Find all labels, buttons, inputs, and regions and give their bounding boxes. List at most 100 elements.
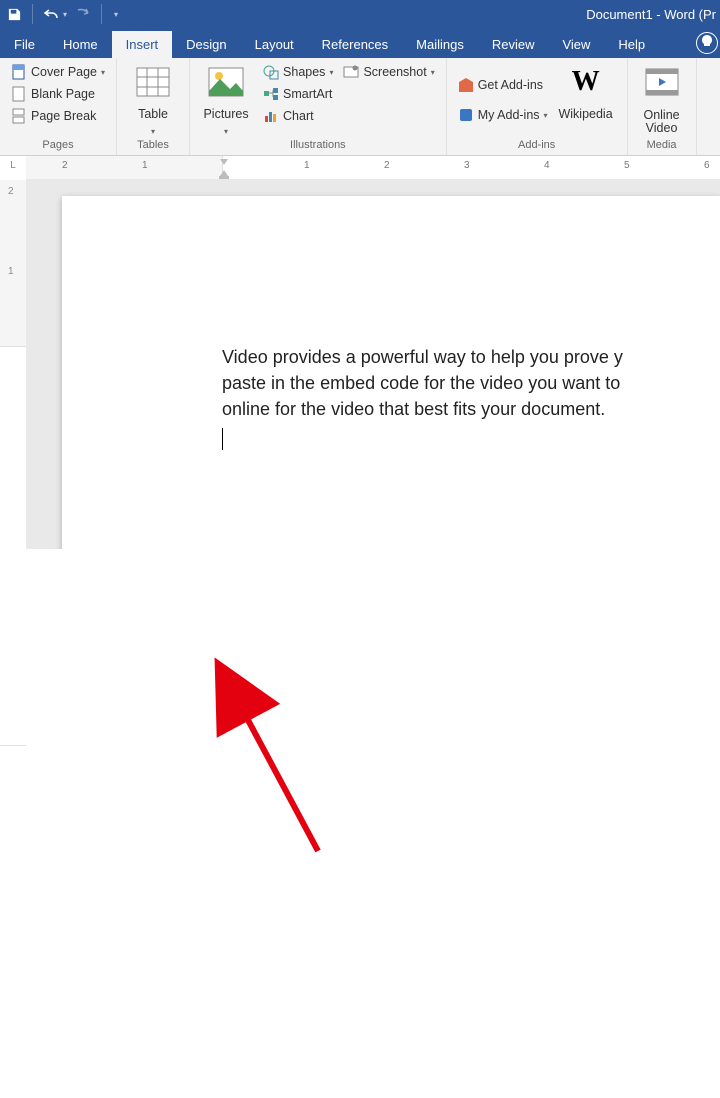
body-text-line[interactable]: online for the video that best fits your…	[222, 396, 720, 422]
screenshot-button[interactable]: Screenshot ▾	[340, 62, 437, 82]
my-addins-button[interactable]: My Add-ins ▾	[455, 105, 551, 125]
pictures-icon	[208, 64, 244, 100]
wikipedia-label: Wikipedia	[558, 107, 612, 121]
document-page[interactable]: Video provides a powerful way to help yo…	[62, 196, 720, 549]
screenshot-icon	[343, 64, 359, 80]
page-area: 2 1 Video provides a powerful way to hel…	[0, 180, 720, 549]
tab-home[interactable]: Home	[49, 31, 112, 58]
chart-icon	[263, 108, 279, 124]
save-icon[interactable]	[6, 6, 22, 22]
chevron-down-icon: ▾	[329, 68, 333, 77]
tab-references[interactable]: References	[308, 31, 402, 58]
pictures-button[interactable]: Pictures ▾	[198, 62, 254, 138]
group-label-addins: Add-ins	[455, 139, 619, 153]
video-icon	[644, 64, 680, 100]
wikipedia-button[interactable]: W Wikipedia	[553, 62, 619, 138]
page-break-icon	[11, 108, 27, 124]
page-break-button[interactable]: Page Break	[8, 106, 108, 126]
document-title: Document1 - Word (Pr	[586, 7, 720, 22]
vruler-num: 1	[8, 266, 14, 277]
horizontal-ruler[interactable]: 2 1 1 2 3 4 5 6	[26, 156, 720, 180]
title-bar: ▾ ▾ Document1 - Word (Pr	[0, 0, 720, 28]
body-text-line[interactable]: Video provides a powerful way to help yo…	[222, 344, 720, 370]
ruler-num: 1	[142, 160, 148, 171]
tab-file[interactable]: File	[0, 31, 49, 58]
ruler-corner: L	[0, 156, 26, 180]
wikipedia-icon: W	[568, 64, 604, 100]
ruler-active-area	[222, 156, 720, 179]
blank-page-button[interactable]: Blank Page	[8, 84, 108, 104]
chart-button[interactable]: Chart	[260, 106, 336, 126]
tell-me-icon[interactable]	[696, 32, 718, 54]
blank-page-label: Blank Page	[31, 87, 95, 101]
qat-separator-2	[101, 4, 102, 24]
store-icon	[458, 77, 474, 93]
quick-access-toolbar: ▾ ▾	[0, 4, 124, 24]
chevron-down-icon: ▾	[431, 68, 435, 77]
document-canvas[interactable]: Video provides a powerful way to help yo…	[26, 180, 720, 549]
redo-icon[interactable]	[75, 6, 91, 22]
body-text-line[interactable]: paste in the embed code for the video yo…	[222, 370, 720, 396]
tab-insert[interactable]: Insert	[112, 31, 173, 58]
ruler-num: 6	[704, 160, 710, 171]
smartart-button[interactable]: SmartArt	[260, 84, 336, 104]
chevron-down-icon: ▾	[151, 127, 155, 136]
shapes-label: Shapes	[283, 65, 325, 79]
blank-page-icon	[11, 86, 27, 102]
undo-icon[interactable]	[43, 6, 59, 22]
qat-customize-caret[interactable]: ▾	[114, 10, 118, 19]
group-addins: Get Add-ins My Add-ins ▾ W Wikipedia Add…	[447, 58, 628, 155]
addins-icon	[458, 107, 474, 123]
tab-mailings[interactable]: Mailings	[402, 31, 478, 58]
pictures-label: Pictures	[203, 107, 248, 121]
vertical-ruler[interactable]: 2 1	[0, 180, 26, 549]
online-video-label-2: Video	[643, 122, 679, 136]
chevron-down-icon: ▾	[544, 111, 548, 120]
ruler-num: 4	[544, 160, 550, 171]
online-video-label-1: Online	[643, 109, 679, 123]
ruler-num: 1	[304, 160, 310, 171]
get-addins-label: Get Add-ins	[478, 78, 543, 92]
shapes-button[interactable]: Shapes ▾	[260, 62, 336, 82]
smartart-label: SmartArt	[283, 87, 332, 101]
tab-help[interactable]: Help	[604, 31, 659, 58]
group-label-media: Media	[636, 139, 688, 153]
group-tables: Table ▾ Tables	[117, 58, 190, 155]
my-addins-label: My Add-ins	[478, 108, 540, 122]
table-label: Table	[138, 107, 168, 121]
chevron-down-icon: ▾	[101, 68, 105, 77]
chevron-down-icon: ▾	[224, 127, 228, 136]
group-pages: Cover Page ▾ Blank Page Page Break Page	[0, 58, 117, 155]
get-addins-button[interactable]: Get Add-ins	[455, 75, 551, 95]
vruler-active-area	[0, 346, 26, 746]
online-video-button[interactable]: Online Video	[636, 62, 688, 138]
group-label-illustrations: Illustrations	[198, 139, 438, 153]
group-media: Online Video Media	[628, 58, 697, 155]
cover-page-button[interactable]: Cover Page ▾	[8, 62, 108, 82]
table-button[interactable]: Table ▾	[125, 62, 181, 138]
indent-marker-icon[interactable]	[216, 156, 234, 180]
table-icon	[135, 64, 171, 100]
ribbon-tabs: File Home Insert Design Layout Reference…	[0, 28, 720, 58]
tab-layout[interactable]: Layout	[241, 31, 308, 58]
ribbon: Cover Page ▾ Blank Page Page Break Page	[0, 58, 720, 156]
ruler-row: L 2 1 1 2 3 4 5 6	[0, 156, 720, 180]
annotation-arrow	[0, 549, 720, 1098]
cover-page-icon	[11, 64, 27, 80]
tab-review[interactable]: Review	[478, 31, 549, 58]
qat-separator	[32, 4, 33, 24]
cover-page-label: Cover Page	[31, 65, 97, 79]
ruler-num: 2	[384, 160, 390, 171]
ruler-num: 2	[62, 160, 68, 171]
smartart-icon	[263, 86, 279, 102]
group-illustrations: Pictures ▾ Shapes ▾ SmartArt	[190, 58, 447, 155]
tab-design[interactable]: Design	[172, 31, 240, 58]
ruler-num: 3	[464, 160, 470, 171]
page-break-label: Page Break	[31, 109, 96, 123]
shapes-icon	[263, 64, 279, 80]
group-label-pages: Pages	[8, 139, 108, 153]
tab-view[interactable]: View	[548, 31, 604, 58]
text-cursor	[222, 428, 223, 450]
undo-dropdown-caret[interactable]: ▾	[63, 10, 67, 19]
group-label-tables: Tables	[125, 139, 181, 153]
